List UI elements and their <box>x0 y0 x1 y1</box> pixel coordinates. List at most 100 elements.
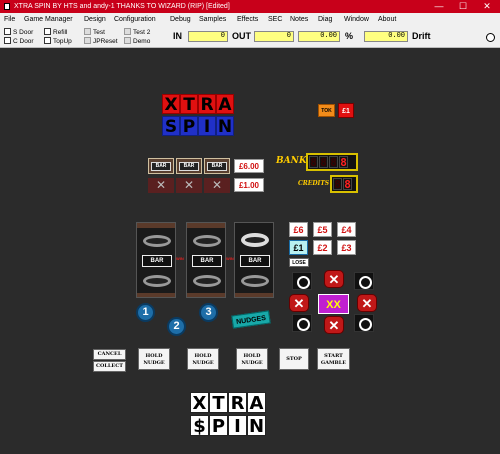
refill-checkbox[interactable]: Refill <box>44 28 67 37</box>
logo-letter: T <box>209 392 228 414</box>
menu-sec[interactable]: SEC <box>268 15 282 24</box>
logo-letter: S <box>162 116 180 137</box>
checkbox-box <box>84 28 91 35</box>
bank-display: 8 8 8 8 <box>306 153 358 171</box>
cancel-button[interactable]: CANCEL <box>93 349 126 360</box>
s-door-checkbox[interactable]: S Door <box>4 28 33 37</box>
o-symbol-icon <box>292 272 312 290</box>
logo-letter: P <box>180 116 198 137</box>
feature-prize: £1 <box>289 240 308 255</box>
menu-configuration[interactable]: Configuration <box>114 15 156 24</box>
checkbox-box <box>44 28 51 35</box>
o-symbol-icon <box>193 275 221 287</box>
menu-game-manager[interactable]: Game Manager <box>24 15 73 24</box>
tok-button[interactable]: TOK <box>318 104 335 117</box>
close-button[interactable]: ✕ <box>476 0 498 13</box>
menu-window[interactable]: Window <box>344 15 369 24</box>
maximize-button[interactable]: ☐ <box>452 0 474 13</box>
drift-label: Drift <box>412 31 431 41</box>
button-line: NUDGE <box>143 360 165 366</box>
logo-letter: I <box>198 116 216 137</box>
c-door-checkbox[interactable]: C Door <box>4 37 34 46</box>
start-gamble-button[interactable]: START GAMBLE <box>317 348 350 370</box>
checkbox-box <box>4 37 11 44</box>
o-symbol-icon <box>143 235 171 247</box>
logo-letter: N <box>247 415 266 437</box>
demo-label: Demo <box>133 38 151 45</box>
feature-prize: £4 <box>337 222 356 237</box>
reel-segment <box>187 293 225 297</box>
o-symbol-icon <box>354 272 374 290</box>
pound-one-button[interactable]: £1 <box>338 103 354 118</box>
menu-about[interactable]: About <box>378 15 396 24</box>
button-line: NUDGE <box>192 360 214 366</box>
reel-segment <box>137 223 175 228</box>
led-digit: 8 <box>329 156 338 169</box>
reel-segment <box>235 293 273 297</box>
o-symbol-icon <box>354 314 374 332</box>
menu-debug[interactable]: Debug <box>170 15 191 24</box>
o-symbol-icon <box>292 314 312 332</box>
led-digit: 8 <box>333 178 342 191</box>
logo-xtra-top: X T R A <box>162 94 234 115</box>
logo-letter: R <box>198 94 216 115</box>
led-digit: 8 <box>309 156 318 169</box>
bar-symbol: BAR <box>176 158 202 174</box>
checkbox-box <box>84 37 91 44</box>
nudge-number-2: 2 <box>167 317 186 336</box>
hold-nudge-3-button[interactable]: HOLD NUDGE <box>236 348 268 370</box>
checkbox-box <box>4 28 11 35</box>
bar-symbol: BAR <box>204 158 230 174</box>
reel-2: BAR <box>186 222 226 298</box>
out-field[interactable]: 0 <box>254 31 294 42</box>
menu-notes[interactable]: Notes <box>290 15 308 24</box>
logo-letter: X <box>190 392 209 414</box>
jpreset-checkbox[interactable]: JPReset <box>84 37 118 46</box>
bar-symbol: BAR <box>192 255 222 267</box>
led-digit: 8 <box>339 156 348 169</box>
button-line: START <box>324 353 343 359</box>
hold-nudge-1-button[interactable]: HOLD NUDGE <box>138 348 170 370</box>
demo-checkbox[interactable]: Demo <box>124 37 150 46</box>
bar-prize-value: £6.00 <box>234 159 264 173</box>
hold-nudge-2-button[interactable]: HOLD NUDGE <box>187 348 219 370</box>
radio-button[interactable] <box>486 33 495 42</box>
logo-spin-bottom: $ P I N <box>190 415 266 437</box>
menu-file[interactable]: File <box>4 15 15 24</box>
bar-label: BAR <box>179 162 199 171</box>
menu-bar: File Game Manager Design Configuration D… <box>0 13 500 26</box>
stop-button[interactable]: STOP <box>279 348 309 370</box>
reel-segment <box>137 293 175 297</box>
jpreset-label: JPReset <box>93 38 118 45</box>
s-door-label: S Door <box>13 29 34 36</box>
x-symbol: ✕ <box>176 178 202 193</box>
credits-label: CREDITS <box>298 180 330 187</box>
logo-letter: $ <box>190 415 209 437</box>
drift-field[interactable]: 0.00 <box>364 31 408 42</box>
logo-letter: A <box>216 94 234 115</box>
nudge-number-1: 1 <box>136 303 155 322</box>
o-symbol-icon <box>241 233 269 247</box>
window-title: XTRA SPIN BY HTS and andy-1 THANKS TO WI… <box>14 3 230 10</box>
test2-label: Test 2 <box>133 29 151 36</box>
collect-button[interactable]: COLLECT <box>93 361 126 372</box>
topup-checkbox[interactable]: TopUp <box>44 37 72 46</box>
x-symbol-icon: ✕ <box>324 316 344 334</box>
in-field[interactable]: 0 <box>188 31 228 42</box>
bank-label: BANK <box>276 156 307 166</box>
reel-segment <box>187 223 225 228</box>
topup-label: TopUp <box>53 38 72 45</box>
o-symbol-icon <box>143 275 171 287</box>
test-checkbox[interactable]: Test <box>84 28 105 37</box>
percent-field[interactable]: 0.00 <box>298 31 340 42</box>
minimize-button[interactable]: — <box>428 0 450 13</box>
gamble-center: XX <box>318 294 349 314</box>
menu-diag[interactable]: Diag <box>318 15 332 24</box>
menu-samples[interactable]: Samples <box>199 15 226 24</box>
button-line: HOLD <box>194 353 212 359</box>
menu-effects[interactable]: Effects <box>237 15 258 24</box>
test2-checkbox[interactable]: Test 2 <box>124 28 150 37</box>
win-line-marker: WIN <box>176 256 184 261</box>
button-line: HOLD <box>243 353 261 359</box>
menu-design[interactable]: Design <box>84 15 106 24</box>
